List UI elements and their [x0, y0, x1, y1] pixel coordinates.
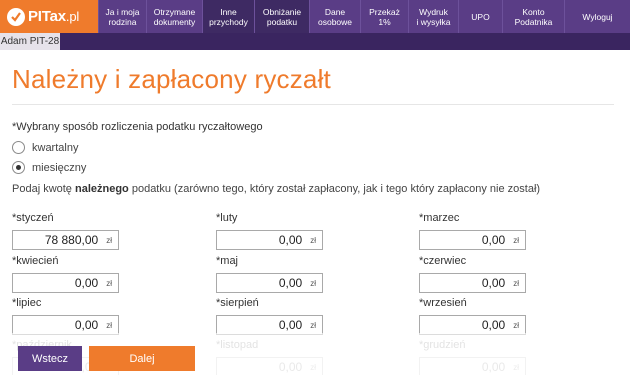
month-label: *marzec [419, 212, 460, 224]
pitax-logo[interactable]: PITax.pl [0, 0, 98, 33]
amount-value: 0,00 [278, 276, 303, 290]
nav-item[interactable]: Konto Podatnika [502, 0, 564, 33]
radio-label: miesięczny [32, 161, 87, 174]
nav-item-label: Obniżanie podatku [262, 6, 302, 27]
month-label: *lipiec [12, 297, 42, 309]
currency-label: zł [106, 320, 112, 330]
nav-item[interactable]: Wyloguj [564, 0, 630, 33]
month-field: *luty 0,00 zł [216, 212, 323, 250]
amount-input[interactable]: 0,00 zł [12, 273, 119, 293]
amount-input[interactable]: 0,00 zł [216, 273, 323, 293]
sub-bar: Adam PIT-28 [0, 33, 630, 50]
nav-item[interactable]: Dane osobowe [309, 0, 360, 33]
amount-input[interactable]: 78 880,00 zł [12, 230, 119, 250]
amount-value: 0,00 [278, 233, 303, 247]
radio-label: kwartalny [32, 141, 79, 154]
currency-label: zł [513, 278, 519, 288]
month-label: *sierpień [216, 297, 259, 309]
month-field: *wrzesień 0,00 zł [419, 297, 526, 335]
amount-value: 0,00 [278, 318, 303, 332]
nav-item-label: Wydruk i wysyłka [416, 6, 451, 27]
radio-kwartalny[interactable]: kwartalny [12, 141, 78, 154]
currency-label: zł [513, 320, 519, 330]
nav-item-label: Dane osobowe [317, 6, 353, 27]
month-field: *lipiec 0,00 zł [12, 297, 119, 335]
main-menu: Ja i moja rodzina Otrzymane dokumenty Inne… [98, 0, 630, 33]
amount-value: 78 880,00 [44, 233, 99, 247]
page-title: Należny i zapłacony ryczałt [12, 64, 331, 94]
month-field: *styczeń 78 880,00 zł [12, 212, 119, 250]
currency-label: zł [513, 235, 519, 245]
nav-item[interactable]: Obniżanie podatku [254, 0, 309, 33]
currency-label: zł [310, 278, 316, 288]
month-label: *czerwiec [419, 255, 467, 267]
top-navigation: PITax.pl Ja i moja rodzina Otrzymane doku… [0, 0, 630, 33]
currency-label: zł [310, 235, 316, 245]
currency-label: zł [106, 278, 112, 288]
month-label: *luty [216, 212, 238, 224]
month-label: *styczeń [12, 212, 54, 224]
settlement-method-label: *Wybrany sposób rozliczenia podatku rycz… [12, 121, 263, 133]
title-divider [12, 104, 614, 105]
amount-input[interactable]: 0,00 zł [419, 273, 526, 293]
nav-item-label: Otrzymane dokumenty [153, 6, 196, 27]
next-button[interactable]: Dalej [89, 346, 195, 371]
amount-input[interactable]: 0,00 zł [216, 315, 323, 335]
nav-item[interactable]: Inne przychody [202, 0, 254, 33]
back-button[interactable]: Wstecz [18, 346, 82, 371]
nav-item-label: Przekaż 1% [369, 6, 400, 27]
month-label: *maj [216, 255, 239, 267]
amount-input[interactable]: 0,00 zł [216, 230, 323, 250]
amount-value: 0,00 [481, 318, 506, 332]
month-label: *kwiecień [12, 255, 59, 267]
amount-value: 0,00 [481, 233, 506, 247]
user-tab[interactable]: Adam PIT-28 [0, 33, 60, 50]
month-field: *maj 0,00 zł [216, 255, 323, 293]
nav-item[interactable]: Przekaż 1% [360, 0, 408, 33]
month-field: *kwiecień 0,00 zł [12, 255, 119, 293]
amount-input[interactable]: 0,00 zł [419, 230, 526, 250]
nav-item-label: UPO [471, 11, 490, 22]
nav-item-label: Konto Podatnika [514, 6, 553, 27]
nav-item[interactable]: Wydruk i wysyłka [408, 0, 458, 33]
amount-input[interactable]: 0,00 zł [12, 315, 119, 335]
amount-input[interactable]: 0,00 zł [419, 315, 526, 335]
month-field: *sierpień 0,00 zł [216, 297, 323, 335]
month-field: *marzec 0,00 zł [419, 212, 526, 250]
month-label: *wrzesień [419, 297, 467, 309]
month-field: *czerwiec 0,00 zł [419, 255, 526, 293]
currency-label: zł [310, 320, 316, 330]
nav-item[interactable]: UPO [458, 0, 502, 33]
nav-item-label: Ja i moja rodzina [105, 6, 140, 27]
nav-item[interactable]: Otrzymane dokumenty [146, 0, 202, 33]
radio-button[interactable] [12, 141, 25, 154]
radio-button[interactable] [12, 161, 25, 174]
amount-value: 0,00 [74, 318, 99, 332]
currency-label: zł [106, 235, 112, 245]
amount-value: 0,00 [74, 276, 99, 290]
nav-item-label: Wyloguj [582, 11, 613, 22]
logo-text: PITax.pl [28, 8, 80, 25]
instruction-text: Podaj kwotę należnego podatku (zarówno t… [12, 183, 541, 195]
nav-item-label: Inne przychody [209, 6, 248, 27]
checkmark-icon [7, 7, 25, 26]
nav-item[interactable]: Ja i moja rodzina [98, 0, 146, 33]
radio-miesieczny[interactable]: miesięczny [12, 161, 86, 174]
amount-value: 0,00 [481, 276, 506, 290]
